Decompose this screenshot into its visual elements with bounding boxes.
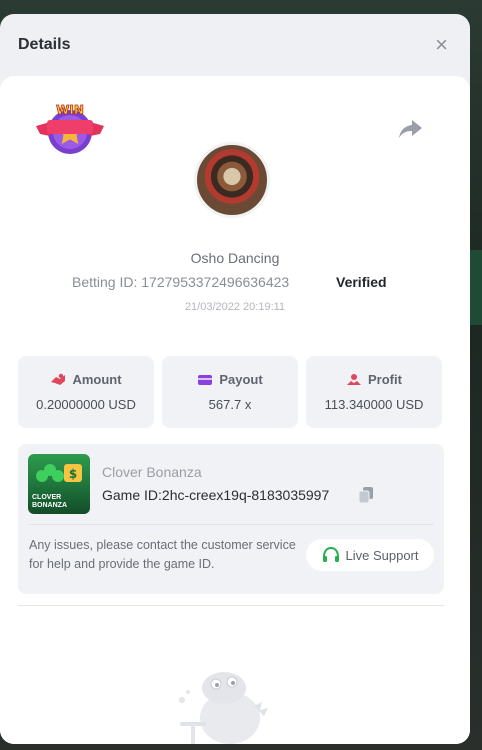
game-id-value[interactable]: 2hc-creex19q-8183035997 [162,487,329,503]
dinosaur-mascot-icon [179,672,268,744]
bet-details-card: WIN Osho Dancing Betting ID: 17279533724… [0,76,470,744]
stat-amount-value: 0.20000000 USD [36,397,136,412]
support-help-text: Any issues, please contact the customer … [29,538,296,571]
copy-icon[interactable] [358,486,374,504]
modal-header: Details × [0,14,470,76]
game-name: Clover Bonanza [102,464,202,480]
user-name: Osho Dancing [190,250,280,266]
stat-amount-label: Amount [72,372,122,387]
svg-text:$: $ [69,467,77,481]
game-box-divider [28,524,434,525]
stat-payout-label: Payout [219,372,263,387]
betting-id-label: Betting ID: [72,274,138,290]
stat-amount-header: Amount [50,372,122,387]
stat-payout: Payout 567.7 x [162,356,298,428]
game-id-row: Game ID:2hc-creex19q-8183035997 [102,487,329,503]
bet-timestamp: 21/03/2022 20:19:11 [184,301,286,313]
win-badge-icon: WIN [36,103,104,154]
amount-icon [51,373,66,385]
live-support-button[interactable]: Live Support [306,539,434,571]
game-thumbnail-label: CLOVER BONANZA [32,494,67,509]
profit-icon [347,373,362,385]
game-id-label: Game ID: [102,487,162,503]
details-modal: Details × WIN Osho Dancing Betting ID: 1… [0,14,470,744]
game-info-box: $ CLOVER BONANZA Clover Bonanza Game ID:… [18,444,444,594]
close-button[interactable]: × [435,34,448,56]
stat-amount: Amount 0.20000000 USD [18,356,154,428]
verified-status: Verified [336,274,387,290]
share-icon[interactable] [398,118,424,140]
stat-profit-header: Profit [346,372,402,387]
payout-card-icon [198,374,213,385]
stat-payout-header: Payout [197,372,263,387]
stat-payout-value: 567.7 x [208,397,252,412]
game-thumbnail[interactable]: $ CLOVER BONANZA [28,454,90,514]
win-badge-label: WIN [56,103,84,117]
stat-profit-label: Profit [368,372,402,387]
modal-title: Details [18,36,71,53]
stat-profit-value: 113.340000 USD [324,397,424,412]
live-support-label: Live Support [345,547,419,563]
avatar [194,142,270,218]
betting-id-row: Betting ID: 1727953372496636423 [72,274,289,290]
betting-id-value: 1727953372496636423 [141,274,290,290]
section-divider [18,605,444,606]
headset-icon [322,547,339,562]
stat-profit: Profit 113.340000 USD [306,356,442,428]
clover-icon: $ [36,464,82,482]
